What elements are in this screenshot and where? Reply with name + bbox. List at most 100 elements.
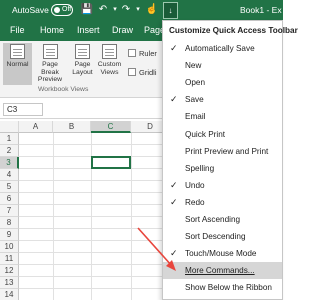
page-layout-icon bbox=[75, 44, 90, 59]
row-header[interactable]: 4 bbox=[0, 169, 19, 181]
menu-item-label: Quick Print bbox=[185, 129, 226, 139]
touch-mode-icon[interactable]: ☝ bbox=[145, 3, 159, 17]
title-bar: AutoSave Off 💾 ↶ ▾ ↷ ▾ ☝ ↓ Book1 - Ex bbox=[0, 0, 283, 22]
customize-qat-menu: Customize Quick Access Toolbar ✓ Automati… bbox=[162, 20, 298, 300]
menu-item[interactable]: New bbox=[163, 57, 282, 74]
worksheet-grid[interactable]: A B C D 1 2 3 4 5 6 7 8 9 10 11 12 13 14 bbox=[0, 121, 170, 300]
autosave-toggle[interactable]: Off bbox=[51, 4, 73, 16]
row-line bbox=[19, 288, 170, 289]
row-line bbox=[19, 192, 170, 193]
row-line bbox=[19, 180, 170, 181]
menu-item[interactable]: ✓ Undo bbox=[163, 177, 282, 194]
menu-item[interactable]: More Commands... bbox=[163, 262, 282, 280]
custom-views-label: Custom Views bbox=[97, 61, 122, 76]
menu-item-label: Redo bbox=[185, 197, 205, 207]
normal-view-icon bbox=[10, 44, 25, 59]
page-layout-button[interactable]: Page Layout bbox=[68, 43, 97, 85]
row-header[interactable]: 13 bbox=[0, 277, 19, 289]
row-header[interactable]: 6 bbox=[0, 193, 19, 205]
menu-item-label: Undo bbox=[185, 180, 205, 190]
row-line bbox=[19, 264, 170, 265]
menu-item-label: Save bbox=[185, 95, 204, 105]
menu-item[interactable]: Sort Descending bbox=[163, 228, 282, 245]
menu-item[interactable]: ✓ Automatically Save bbox=[163, 40, 282, 57]
row-line bbox=[19, 240, 170, 241]
menu-item-label: Spelling bbox=[185, 163, 215, 173]
page-break-preview-button[interactable]: Page Break Preview bbox=[33, 43, 67, 85]
active-cell-c3[interactable] bbox=[91, 156, 131, 169]
menu-item-label: Show Below the Ribbon bbox=[185, 283, 272, 293]
menu-item[interactable]: Show Below the Ribbon bbox=[163, 279, 282, 296]
gridlines-checkbox[interactable] bbox=[128, 68, 136, 76]
menu-item[interactable]: ✓ Redo bbox=[163, 194, 282, 211]
row-header[interactable]: 5 bbox=[0, 181, 19, 193]
tab-draw[interactable]: Draw bbox=[112, 25, 133, 35]
ruler-label: Ruler bbox=[139, 49, 157, 58]
row-header[interactable]: 8 bbox=[0, 217, 19, 229]
tab-home[interactable]: Home bbox=[40, 25, 64, 35]
menu-item-label: More Commands... bbox=[185, 266, 255, 276]
row-line bbox=[19, 216, 170, 217]
menu-item[interactable]: Spelling bbox=[163, 160, 282, 177]
menu-item[interactable]: ✓ Touch/Mouse Mode bbox=[163, 245, 282, 262]
menu-item[interactable]: Print Preview and Print bbox=[163, 143, 282, 160]
checkmark-icon: ✓ bbox=[170, 179, 178, 190]
checkmark-icon: ✓ bbox=[170, 43, 178, 53]
custom-views-icon bbox=[102, 44, 117, 59]
column-header-b[interactable]: B bbox=[53, 121, 91, 133]
toggle-knob bbox=[54, 7, 60, 13]
menu-item-label: Open bbox=[185, 78, 206, 88]
name-box[interactable]: C3 bbox=[3, 103, 43, 116]
custom-views-button[interactable]: Custom Views bbox=[95, 43, 124, 85]
normal-view-label: Normal bbox=[6, 61, 29, 68]
customize-qat-button[interactable]: ↓ bbox=[163, 2, 178, 19]
row-line bbox=[19, 252, 170, 253]
row-header[interactable]: 11 bbox=[0, 253, 19, 265]
select-all-corner[interactable] bbox=[0, 121, 19, 133]
menu-title: Customize Quick Access Toolbar bbox=[169, 26, 298, 35]
page-break-preview-label: Page Break Preview bbox=[37, 61, 63, 83]
menu-item[interactable]: Email bbox=[163, 108, 282, 125]
normal-view-button[interactable]: Normal bbox=[3, 43, 32, 85]
menu-item-label: Sort Ascending bbox=[185, 215, 241, 224]
menu-item[interactable]: Open bbox=[163, 74, 282, 91]
autosave-label: AutoSave bbox=[12, 5, 49, 15]
row-header[interactable]: 12 bbox=[0, 265, 19, 277]
checkmark-icon: ✓ bbox=[170, 196, 178, 207]
row-header[interactable]: 10 bbox=[0, 241, 19, 253]
row-header[interactable]: 3 bbox=[0, 157, 19, 169]
menu-item-label: Print Preview and Print bbox=[185, 146, 269, 156]
menu-item[interactable]: ✓ Save bbox=[163, 91, 282, 108]
menu-item-label: Sort Descending bbox=[185, 232, 246, 242]
checkmark-icon: ✓ bbox=[170, 248, 178, 259]
menu-item-label: Automatically Save bbox=[185, 44, 255, 53]
workbook-views-group-label: Workbook Views bbox=[38, 86, 89, 93]
row-line bbox=[19, 276, 170, 277]
checkmark-icon: ✓ bbox=[170, 94, 178, 105]
row-header[interactable]: 14 bbox=[0, 289, 19, 300]
gridlines-label: Gridli bbox=[139, 68, 157, 77]
column-header-a[interactable]: A bbox=[19, 121, 53, 133]
menu-item[interactable]: Quick Print bbox=[163, 126, 282, 143]
save-icon[interactable]: 💾 bbox=[80, 3, 94, 17]
document-title: Book1 - Ex bbox=[240, 5, 282, 15]
row-header[interactable]: 2 bbox=[0, 145, 19, 157]
toggle-state-text: Off bbox=[62, 6, 72, 13]
row-line bbox=[19, 204, 170, 205]
menu-item[interactable]: Sort Ascending bbox=[163, 211, 282, 228]
tab-insert[interactable]: Insert bbox=[77, 25, 100, 35]
row-line bbox=[19, 228, 170, 229]
ruler-checkbox-row[interactable]: Ruler bbox=[128, 49, 157, 58]
row-header[interactable]: 9 bbox=[0, 229, 19, 241]
page-break-preview-icon bbox=[42, 44, 58, 59]
tab-file[interactable]: File bbox=[10, 25, 25, 35]
menu-item-label: Email bbox=[185, 112, 206, 122]
redo-dropdown-icon[interactable]: ▾ bbox=[131, 3, 145, 17]
column-header-c[interactable]: C bbox=[91, 121, 131, 133]
row-header[interactable]: 1 bbox=[0, 133, 19, 145]
page-layout-label: Page Layout bbox=[72, 61, 93, 76]
ruler-checkbox[interactable] bbox=[128, 49, 136, 57]
row-header[interactable]: 7 bbox=[0, 205, 19, 217]
gridlines-checkbox-row[interactable]: Gridli bbox=[128, 68, 157, 77]
row-line bbox=[19, 144, 170, 145]
